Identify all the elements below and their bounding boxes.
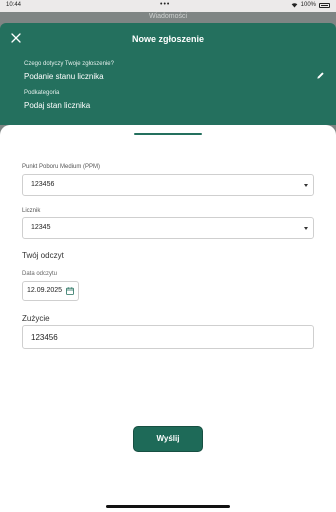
chevron-down-icon <box>304 227 308 230</box>
modal-header: Nowe zgłoszenie Czego dotyczy Twoje zgło… <box>0 23 336 125</box>
date-field[interactable]: 12.09.2025 <box>22 281 79 301</box>
usage-input[interactable]: 123456 <box>22 325 314 349</box>
meter-select[interactable]: 12345 <box>22 217 314 239</box>
home-indicator[interactable] <box>106 505 230 508</box>
question-value: Podanie stanu licznika <box>24 72 104 81</box>
modal-title: Nowe zgłoszenie <box>131 34 204 44</box>
status-right: 100% <box>291 2 330 8</box>
background-title: Wiadomości <box>148 13 188 20</box>
ppm-select[interactable]: 123456 <box>22 174 314 196</box>
battery-icon <box>319 2 330 8</box>
question-label: Czego dotyczy Twoje zgłoszenie? <box>24 61 114 67</box>
calendar-icon <box>66 287 74 295</box>
form-sheet: Punkt Poboru Medium (PPM) 123456 Licznik… <box>0 125 336 512</box>
ppm-value: 123456 <box>31 181 55 188</box>
sheet-handle[interactable] <box>134 133 202 135</box>
subcategory-label: Podkategoria <box>24 90 60 96</box>
status-bar: 10:44 ••• 100% <box>0 0 336 12</box>
date-label: Data odczytu <box>22 271 58 277</box>
ppm-label: Punkt Poboru Medium (PPM) <box>22 164 101 170</box>
wifi-icon <box>291 3 297 8</box>
usage-label: Zużycie <box>22 314 50 323</box>
chevron-down-icon <box>304 184 308 187</box>
send-button[interactable]: Wyślij <box>133 426 203 452</box>
date-value: 12.09.2025 <box>27 287 63 294</box>
status-time: 10:44 <box>6 2 22 8</box>
pencil-icon[interactable] <box>316 71 325 80</box>
meter-label: Licznik <box>22 208 41 214</box>
battery-percent: 100% <box>300 2 316 8</box>
subcategory-value: Podaj stan licznika <box>24 101 91 110</box>
meter-value: 12345 <box>31 224 51 231</box>
status-dots: ••• <box>160 1 171 8</box>
reading-section-title: Twój odczyt <box>22 251 64 260</box>
